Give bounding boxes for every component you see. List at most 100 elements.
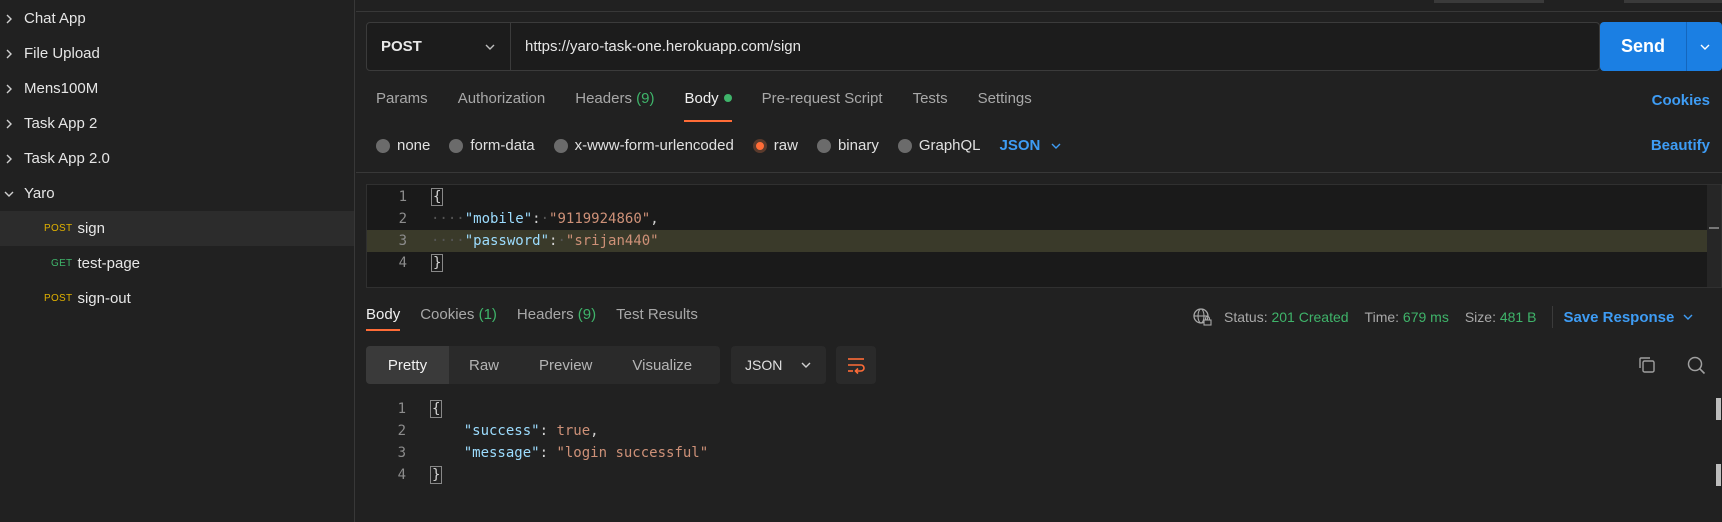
view-visualize[interactable]: Visualize [612, 346, 712, 384]
tab-body[interactable]: Body [684, 90, 732, 122]
size-readout[interactable]: Size: 481 B [1465, 309, 1537, 325]
tab-stub[interactable] [1624, 0, 1722, 3]
editor-scrollbar[interactable] [1707, 185, 1721, 287]
response-tab-headers[interactable]: Headers (9) [517, 306, 596, 331]
tab-label: Headers [516, 306, 574, 323]
url-input[interactable]: https://yaro-task-one.herokuapp.com/sign [511, 38, 801, 55]
chevron-right-icon [3, 153, 15, 165]
json-key: "mobile" [464, 211, 533, 227]
collection-task-app-2-0[interactable]: Task App 2.0 [0, 141, 354, 176]
code-brace: } [430, 466, 443, 484]
size-label: Size: [1464, 309, 1496, 325]
response-tab-cookies[interactable]: Cookies (1) [420, 306, 497, 331]
cookies-count: (1) [478, 306, 497, 323]
option-label: x-www-form-urlencoded [574, 137, 734, 154]
scrollbar-thumb[interactable] [1709, 227, 1719, 229]
time-readout[interactable]: Time: 679 ms [1365, 309, 1449, 325]
url-bar: POST https://yaro-task-one.herokuapp.com… [366, 22, 1600, 71]
collection-mens100m[interactable]: Mens100M [0, 71, 354, 106]
request-body-editor[interactable]: 1 { 2 ····"mobile":·"9119924860", 3 ····… [366, 184, 1722, 288]
view-pretty[interactable]: Pretty [366, 346, 449, 384]
radio-urlencoded[interactable]: x-www-form-urlencoded [553, 137, 734, 154]
size-value: 481 B [1499, 309, 1537, 325]
format-value: JSON [745, 357, 783, 373]
body-format-select[interactable]: JSON [1000, 137, 1063, 154]
radio-selected-icon [752, 138, 767, 153]
code-brace: { [431, 188, 444, 206]
json-key: "success" [463, 423, 540, 439]
method-select[interactable]: POST [367, 23, 511, 70]
request-label: test-page [77, 255, 141, 272]
tab-tests[interactable]: Tests [913, 90, 948, 122]
chevron-right-icon [3, 118, 15, 130]
headers-count: (9) [636, 90, 655, 107]
chevron-down-icon [1700, 44, 1709, 50]
request-item-sign-out[interactable]: POST sign-out [0, 281, 354, 316]
option-label: form-data [470, 137, 535, 154]
beautify-link[interactable]: Beautify [1651, 137, 1710, 154]
tab-headers[interactable]: Headers (9) [575, 90, 654, 122]
headers-count: (9) [577, 306, 597, 323]
radio-form-data[interactable]: form-data [449, 137, 535, 154]
tab-stub[interactable] [1434, 0, 1544, 3]
collection-label: File Upload [24, 45, 100, 62]
radio-raw[interactable]: raw [752, 137, 798, 154]
divider [1552, 306, 1554, 328]
collection-yaro[interactable]: Yaro [0, 176, 354, 211]
request-label: sign [77, 220, 105, 237]
code-brace: { [430, 400, 443, 418]
option-label: none [397, 137, 431, 154]
wrap-lines-icon [848, 358, 865, 375]
send-button[interactable]: Send [1600, 22, 1722, 71]
response-body-viewer[interactable]: 1 { 2 "success": true, 3 "message": "log… [366, 398, 1722, 498]
request-item-test-page[interactable]: GET test-page [0, 246, 354, 281]
copy-icon[interactable] [1636, 354, 1658, 376]
request-workspace: POST https://yaro-task-one.herokuapp.com… [356, 0, 1722, 522]
search-icon[interactable] [1685, 354, 1707, 376]
time-value: 679 ms [1402, 309, 1449, 325]
chevron-right-icon [3, 13, 15, 25]
response-tab-body[interactable]: Body [366, 306, 401, 331]
tab-authorization[interactable]: Authorization [458, 90, 546, 122]
tab-settings[interactable]: Settings [978, 90, 1032, 122]
collection-chat-app[interactable]: Chat App [0, 1, 354, 36]
response-scrollbar[interactable] [1714, 398, 1722, 488]
request-item-sign[interactable]: POST sign [0, 211, 354, 246]
collection-file-upload[interactable]: File Upload [0, 36, 354, 71]
scrollbar-thumb[interactable] [1716, 398, 1721, 420]
radio-graphql[interactable]: GraphQL [897, 137, 981, 154]
code-line: 1 { [367, 186, 1707, 208]
status-readout[interactable]: Status: 201 Created [1224, 309, 1349, 325]
scrollbar-thumb[interactable] [1716, 464, 1721, 486]
request-label: sign-out [77, 290, 131, 307]
collection-label: Task App 2.0 [24, 150, 110, 167]
code-line: 4 } [367, 252, 1707, 274]
radio-binary[interactable]: binary [816, 137, 879, 154]
wrap-lines-button[interactable] [836, 346, 876, 384]
tab-prerequest-script[interactable]: Pre-request Script [762, 90, 883, 122]
tab-strip [356, 0, 1722, 12]
tab-label: Headers [575, 90, 632, 107]
view-raw[interactable]: Raw [449, 346, 519, 384]
response-format-select[interactable]: JSON [731, 346, 826, 384]
radio-icon [449, 138, 464, 153]
json-value: "9119924860" [549, 211, 651, 227]
save-response-button[interactable]: Save Response [1563, 309, 1694, 326]
line-number: 4 [398, 255, 407, 271]
collection-task-app-2[interactable]: Task App 2 [0, 106, 354, 141]
method-badge: POST [44, 293, 73, 304]
send-options-dropdown[interactable] [1687, 41, 1722, 53]
code-line: 4 } [366, 464, 1706, 486]
chevron-right-icon [3, 83, 15, 95]
tab-params[interactable]: Params [376, 90, 428, 122]
view-preview[interactable]: Preview [519, 346, 612, 384]
option-label: raw [773, 137, 798, 154]
option-label: binary [837, 137, 879, 154]
radio-icon [897, 138, 912, 153]
radio-none[interactable]: none [376, 137, 430, 154]
line-number: 1 [397, 401, 406, 417]
code-line: 2 ····"mobile":·"9119924860", [367, 208, 1707, 230]
globe-lock-icon[interactable] [1192, 307, 1212, 327]
cookies-link[interactable]: Cookies [1652, 92, 1710, 109]
response-tab-test-results[interactable]: Test Results [616, 306, 698, 331]
